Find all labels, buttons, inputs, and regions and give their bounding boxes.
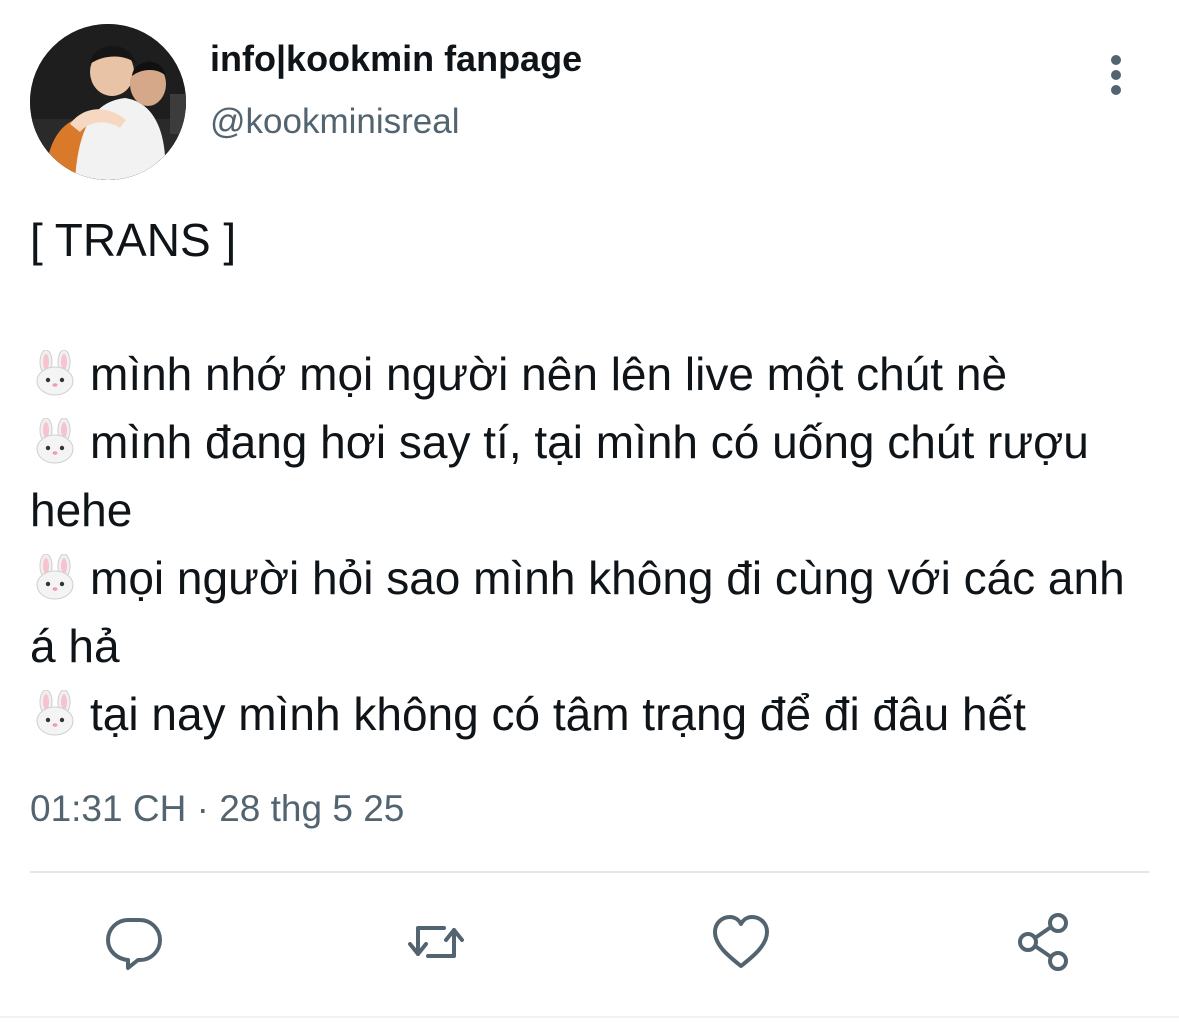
tweet-item-text: tại nay mình không có tâm trạng để đi đâ… [90,688,1026,740]
rabbit-face-icon [30,690,80,736]
share-button[interactable] [1012,910,1076,974]
tweet-item: tại nay mình không có tâm trạng để đi đâ… [30,680,1160,748]
tweet-item: mình nhớ mọi người nên lên live một chút… [30,340,1160,408]
tweet-item: mình đang hơi say tí, tại mình có uống c… [30,408,1160,544]
rabbit-face-icon [30,350,80,396]
tweet-item-text: mình nhớ mọi người nên lên live một chút… [90,348,1008,400]
like-button[interactable] [709,910,773,974]
retweet-icon [408,926,464,958]
bottom-divider [0,1016,1179,1018]
more-options-icon[interactable] [1098,52,1134,98]
tweet-timestamp[interactable]: 01:31 CH · 28 thg 5 25 [30,788,404,830]
retweet-button[interactable] [404,910,468,974]
avatar[interactable] [30,24,186,180]
tweet-text: [ TRANS ] mình nhớ mọi người nên lên liv… [30,206,1160,748]
heart-icon [713,915,769,968]
author-handle[interactable]: @kookminisreal [210,102,460,142]
tweet-detail: info|kookmin fanpage @kookminisreal [ TR… [0,0,1179,1035]
rabbit-face-icon [30,418,80,464]
tweet-item: mọi người hỏi sao mình không đi cùng với… [30,544,1160,680]
rabbit-face-icon [30,554,80,600]
reply-button[interactable] [102,910,166,974]
tweet-header-line: [ TRANS ] [30,214,237,266]
author-display-name[interactable]: info|kookmin fanpage [210,38,582,80]
tweet-item-text: mình đang hơi say tí, tại mình có uống c… [30,416,1089,536]
share-icon [1018,913,1068,971]
divider [30,871,1149,873]
reply-icon [106,918,162,970]
tweet-item-text: mọi người hỏi sao mình không đi cùng với… [30,552,1125,672]
